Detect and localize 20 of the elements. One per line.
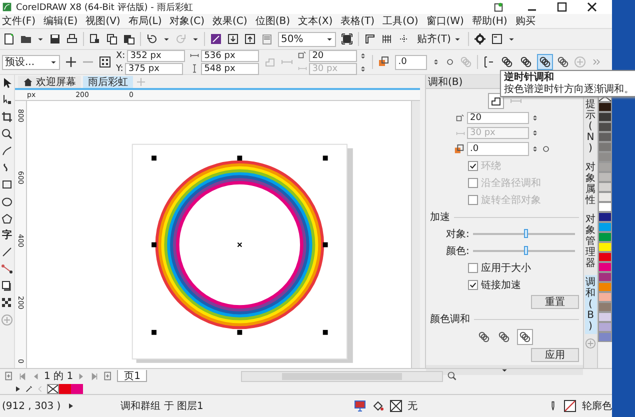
page-count: 1 的 1 — [44, 370, 74, 383]
tooltip-text: 按色谱逆时针方向逐渐调和。 — [504, 84, 635, 95]
field-label: Y: — [116, 64, 124, 74]
slider-label: 颜色: — [446, 244, 470, 258]
outline-label: 轮廓色 — [582, 400, 612, 413]
checkbox-label: 旋转全部对象 — [481, 194, 541, 207]
window-title: CorelDRAW X8 (64-Bit 评估版) - 雨后彩虹 — [16, 2, 194, 14]
cursor-coordinates: (912 , 303 ) — [2, 400, 61, 412]
tooltip-title: 逆时针调和 — [504, 72, 555, 83]
checkbox-label: 链接加速 — [481, 278, 521, 292]
checkbox-label: 应用于大小 — [481, 262, 531, 275]
slider-label: 对象: — [446, 228, 470, 241]
selection-info: 调和群组 于 图层1 — [120, 400, 204, 413]
docker-title: 调和(B) — [428, 76, 463, 88]
checkbox-label: 沿全路径调和 — [481, 176, 541, 190]
checkbox-label: 环绕 — [481, 160, 501, 173]
section-title: 颜色调和 — [430, 312, 470, 326]
section-title: 加速 — [430, 210, 450, 224]
fill-label: 无 — [408, 400, 418, 413]
field-label: X: — [116, 50, 126, 60]
